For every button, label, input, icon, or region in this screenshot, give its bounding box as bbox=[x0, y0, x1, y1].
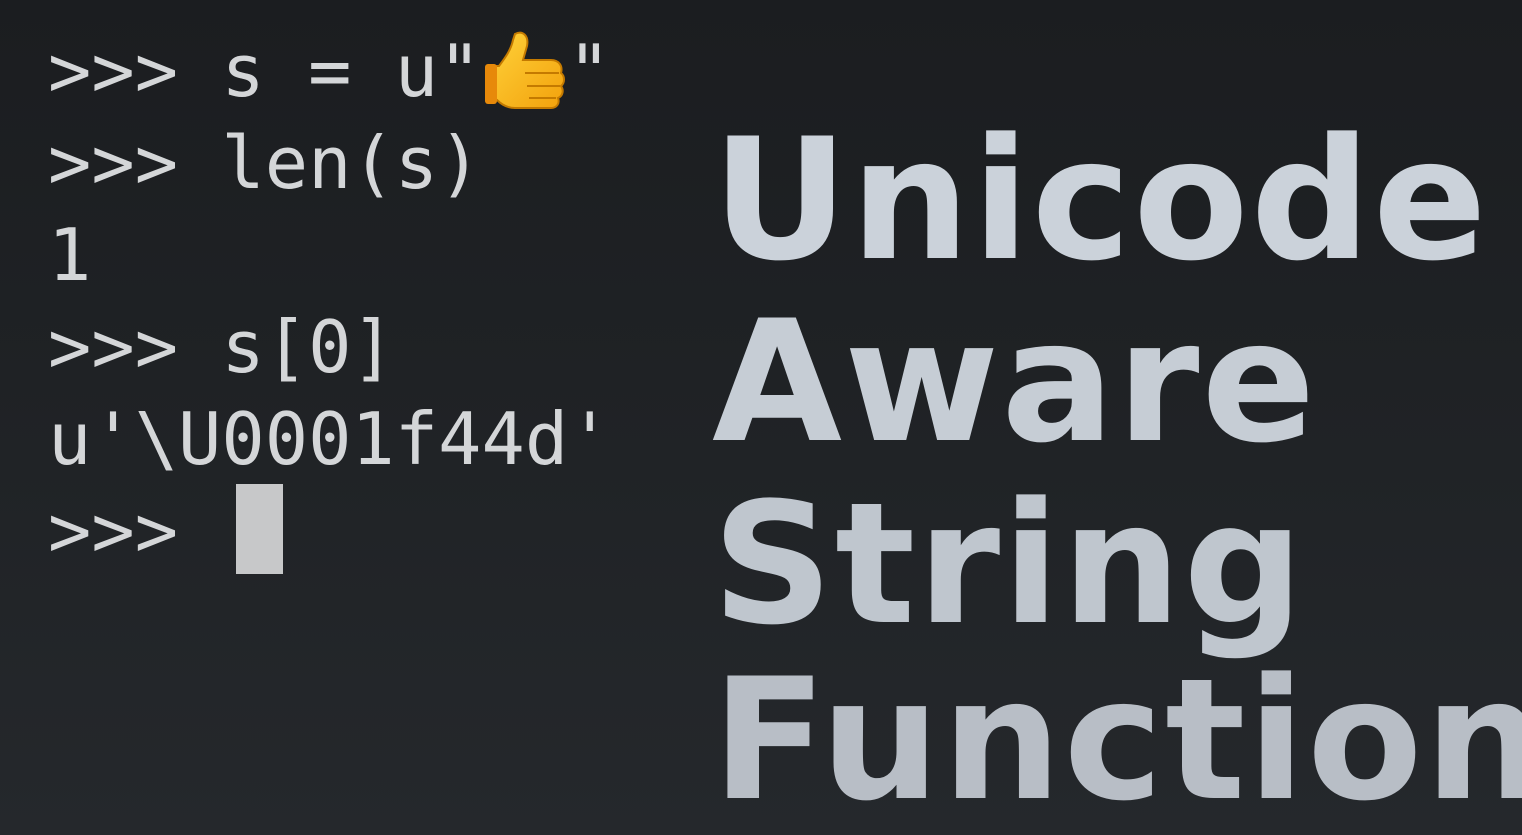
title-word-3: String bbox=[712, 466, 1306, 662]
output: u'\U0001f44d' bbox=[48, 397, 612, 481]
python-terminal[interactable]: >>> s = u" " >>> len(s) 1 >>> s[0] u'\U0… bbox=[48, 26, 708, 606]
code: len(s) bbox=[221, 121, 482, 205]
prompt: >>> bbox=[48, 121, 222, 205]
prompt: >>> bbox=[48, 29, 222, 113]
prompt: >>> bbox=[48, 489, 222, 573]
terminal-output-2: u'\U0001f44d' bbox=[48, 394, 612, 484]
terminal-line-3: >>> s[0] bbox=[48, 302, 395, 392]
terminal-output-1: 1 bbox=[48, 210, 91, 300]
terminal-cursor bbox=[236, 484, 283, 574]
thumbs-up-icon bbox=[481, 28, 567, 114]
output: 1 bbox=[48, 213, 92, 297]
video-frame: >>> s = u" " >>> len(s) 1 >>> s[0] u'\U0… bbox=[0, 0, 1522, 835]
title-word-2: Aware bbox=[712, 284, 1318, 480]
title-text: Unicode Aware String Functions bbox=[712, 102, 1522, 830]
terminal-line-2: >>> len(s) bbox=[48, 118, 481, 208]
title-word-1: Unicode bbox=[712, 102, 1489, 298]
terminal-line-4: >>> bbox=[48, 486, 221, 576]
code: s = u" bbox=[221, 29, 482, 113]
code: s[0] bbox=[221, 305, 395, 389]
title-word-4: Functions bbox=[712, 642, 1522, 835]
terminal-line-1: >>> s = u" " bbox=[48, 26, 611, 116]
code-suffix: " bbox=[567, 29, 611, 113]
prompt: >>> bbox=[48, 305, 222, 389]
